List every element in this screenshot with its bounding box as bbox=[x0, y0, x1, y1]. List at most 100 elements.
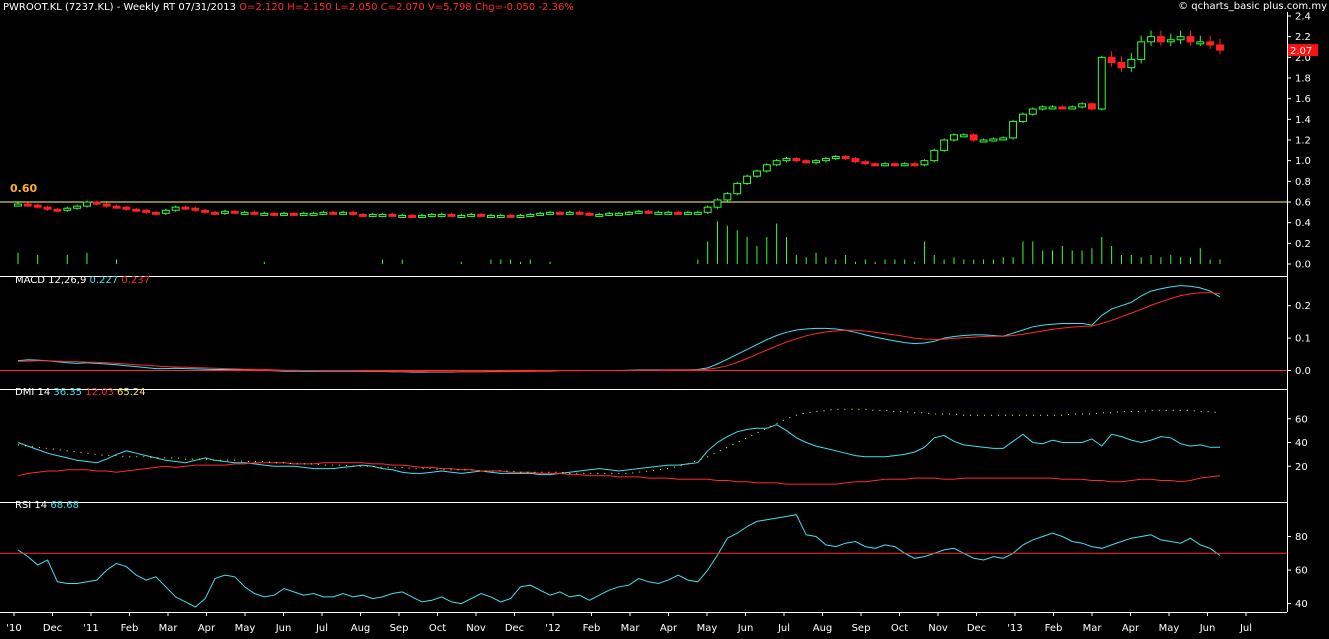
candle-body bbox=[812, 160, 820, 164]
candle-body bbox=[1009, 120, 1018, 139]
candle-body bbox=[881, 163, 889, 167]
x-tick-label: Oct bbox=[891, 623, 908, 634]
candle-body bbox=[959, 134, 968, 138]
candle-body bbox=[674, 211, 683, 215]
price-tick-label: 1.4 bbox=[1295, 115, 1311, 126]
candle-body bbox=[63, 207, 72, 211]
x-tick-label: Apr bbox=[198, 623, 216, 634]
candle-body bbox=[53, 208, 62, 212]
candle-body bbox=[477, 213, 486, 217]
x-tick-label: Sep bbox=[390, 623, 409, 634]
candle-body bbox=[950, 134, 958, 141]
price-tick-label: 1.6 bbox=[1295, 94, 1311, 105]
candle-body bbox=[536, 212, 545, 216]
candle-body bbox=[703, 206, 712, 213]
candle-body bbox=[615, 212, 623, 216]
x-tick-label: Dec bbox=[967, 623, 986, 634]
rsi-title-label: RSI 14 bbox=[15, 500, 48, 511]
candle-body bbox=[634, 210, 643, 214]
high-value: H=2.150 bbox=[287, 2, 332, 13]
x-tick-label: Aug bbox=[813, 623, 833, 634]
candle-body bbox=[1156, 36, 1165, 43]
indicator-tick-label: 40 bbox=[1295, 599, 1308, 610]
candle-body bbox=[339, 211, 348, 215]
indicator-tick-label: 80 bbox=[1295, 532, 1308, 543]
candle-body bbox=[1176, 36, 1185, 41]
dmi-title: DMI 14 36.35 12.03 65.24 bbox=[15, 387, 146, 399]
candle-body bbox=[1127, 58, 1136, 69]
candle-body bbox=[762, 164, 771, 172]
indicator-line bbox=[17, 514, 1221, 608]
candle-body bbox=[378, 213, 387, 217]
candle-body bbox=[575, 211, 584, 215]
candle-body bbox=[358, 213, 367, 217]
candle-body bbox=[979, 139, 988, 143]
candle-body bbox=[861, 161, 870, 165]
candle-body bbox=[624, 211, 633, 215]
rsi-title: RSI 14 68.68 bbox=[15, 500, 79, 512]
candle-body bbox=[516, 214, 525, 218]
candle-body bbox=[201, 209, 210, 213]
candle-body bbox=[418, 214, 426, 218]
x-tick-label: Nov bbox=[928, 623, 948, 634]
candle-body bbox=[398, 214, 407, 218]
macd-signal-value: 0.237 bbox=[121, 275, 150, 286]
candle-body bbox=[230, 210, 239, 214]
candle-body bbox=[1048, 106, 1057, 110]
candle-body bbox=[1166, 39, 1175, 43]
macd-line-value: 0.227 bbox=[89, 275, 119, 286]
candle-body bbox=[388, 213, 397, 217]
x-tick-label: Oct bbox=[429, 623, 446, 634]
close-value: C=2.070 bbox=[380, 2, 425, 13]
x-tick-label: '12 bbox=[545, 623, 560, 634]
candle-body bbox=[289, 212, 298, 216]
x-tick-label: May bbox=[697, 623, 718, 634]
macd-title-label: MACD 12,26,9 bbox=[15, 275, 87, 286]
candle-body bbox=[1186, 36, 1195, 43]
candle-body bbox=[890, 163, 899, 167]
candle-body bbox=[427, 213, 436, 217]
candle-body bbox=[546, 211, 554, 215]
price-tick-label: 0.6 bbox=[1295, 198, 1311, 209]
candle-body bbox=[161, 209, 170, 214]
candle-body bbox=[644, 210, 653, 214]
x-tick-label: Jul bbox=[777, 623, 790, 634]
candle-body bbox=[920, 160, 929, 166]
candle-body bbox=[1137, 41, 1146, 60]
candle-body bbox=[260, 212, 269, 216]
candle-body bbox=[940, 139, 949, 151]
candle-body bbox=[851, 158, 860, 163]
candle-body bbox=[211, 211, 219, 215]
indicator-tick-label: 60 bbox=[1295, 414, 1308, 425]
x-tick-label: Jun bbox=[1199, 623, 1216, 634]
stock-chart[interactable]: 2.42.22.01.81.61.41.21.00.80.60.40.20.00… bbox=[0, 0, 1329, 639]
x-tick-label: Mar bbox=[621, 623, 641, 634]
candle-body bbox=[900, 163, 909, 167]
indicator-tick-label: 0.1 bbox=[1295, 334, 1311, 345]
candle-body bbox=[772, 160, 781, 166]
candle-body bbox=[1087, 103, 1096, 110]
candle-body bbox=[713, 199, 722, 208]
dmi-minus-value: 12.03 bbox=[85, 387, 114, 398]
candle-body bbox=[240, 211, 249, 215]
candle-body bbox=[1196, 41, 1205, 45]
candle-body bbox=[467, 213, 476, 217]
x-tick-label: May bbox=[1159, 623, 1180, 634]
candle-body bbox=[831, 156, 840, 160]
candle-body bbox=[329, 211, 338, 215]
candle-body bbox=[299, 212, 308, 216]
candle-body bbox=[792, 158, 801, 162]
candle-body bbox=[250, 211, 259, 215]
indicator-tick-label: 40 bbox=[1295, 438, 1308, 449]
candle-body bbox=[999, 137, 1008, 141]
candle-body bbox=[437, 213, 446, 217]
x-tick-label: Jul bbox=[1239, 623, 1252, 634]
candle-body bbox=[496, 214, 505, 218]
change-pct-value: -2.36% bbox=[538, 2, 574, 13]
candle-body bbox=[1097, 56, 1106, 110]
candle-body bbox=[565, 211, 574, 215]
candle-body bbox=[605, 212, 614, 216]
price-tick-label: 2.2 bbox=[1295, 32, 1311, 43]
x-tick-label: Aug bbox=[351, 623, 371, 634]
candle-body bbox=[526, 213, 535, 217]
